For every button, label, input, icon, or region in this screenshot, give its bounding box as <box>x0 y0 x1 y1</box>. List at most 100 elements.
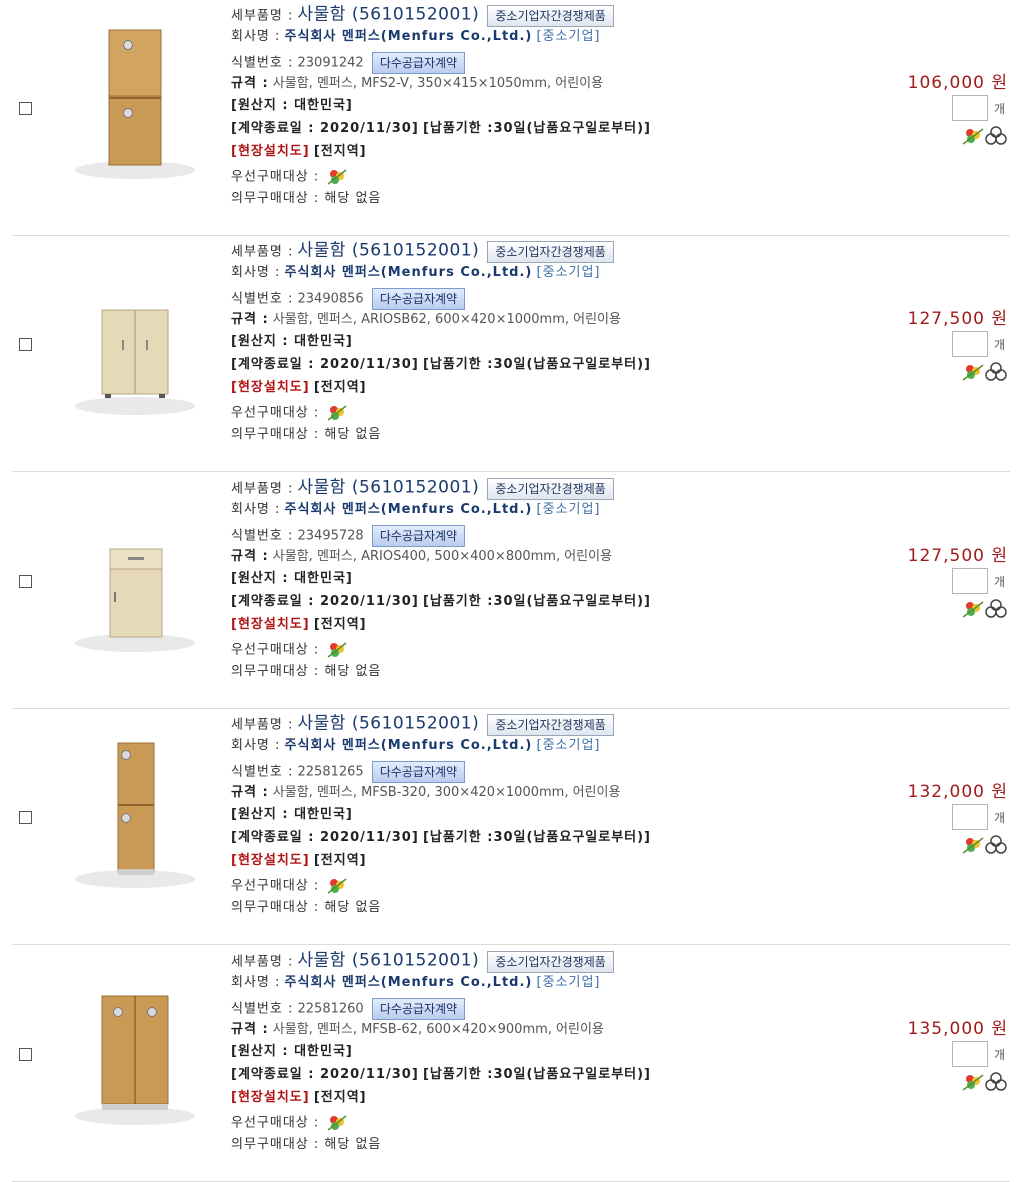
quantity-input[interactable] <box>952 95 988 121</box>
product-name-link[interactable]: 사물함 (5610152001) <box>298 241 480 261</box>
install-label: [현장설치도] <box>231 1090 310 1105</box>
product-name-link[interactable]: 사물함 (5610152001) <box>298 714 480 734</box>
row-divider <box>12 944 1010 945</box>
certification-icons <box>962 835 1007 854</box>
install-label: [현장설치도] <box>231 853 310 868</box>
product-thumbnail[interactable] <box>60 260 210 420</box>
id-number: 23490856 <box>297 291 364 307</box>
company-name[interactable]: 주식회사 멘퍼스(Menfurs Co.,Ltd.) <box>285 502 533 517</box>
multi-supplier-badge: 다수공급자계약 <box>371 998 466 1020</box>
product-name-link[interactable]: 사물함 (5610152001) <box>298 951 480 971</box>
mandatory-text: 의무구매대상 : 해당 없음 <box>231 900 382 915</box>
contract-end-text: [계약종료일 : 2020/11/30] <box>231 830 419 845</box>
priority-label: 우선구매대상 : <box>231 1115 320 1131</box>
install-label: [현장설치도] <box>231 144 310 159</box>
product-thumbnail[interactable] <box>60 970 210 1130</box>
certification-icons <box>962 1072 1007 1091</box>
delivery-text: [납품기한 :30일(납품요구일로부터)] <box>422 357 651 372</box>
mandatory-line: 의무구매대상 : 해당 없음 <box>231 1136 381 1154</box>
origin-line: [원산지 : 대한민국] <box>231 333 353 351</box>
quantity-input[interactable] <box>952 331 988 357</box>
quality-mark-icon <box>985 126 1007 145</box>
id-number: 23091242 <box>297 55 364 71</box>
product-thumbnail[interactable] <box>60 733 210 893</box>
quality-mark-icon <box>985 835 1007 854</box>
sme-tag: [중소기업] <box>536 265 601 280</box>
id-number: 22581260 <box>297 1001 364 1017</box>
company-label: 회사명 : <box>231 502 281 517</box>
certification-icons <box>962 126 1007 145</box>
install-line: [현장설치도] [전지역] <box>231 852 367 870</box>
quantity-unit: 개 <box>994 1048 1006 1062</box>
sme-tag: [중소기업] <box>536 975 601 990</box>
company-line: 회사명 : 주식회사 멘퍼스(Menfurs Co.,Ltd.) [중소기업] <box>231 28 601 46</box>
delivery-text: [납품기한 :30일(납품요구일로부터)] <box>422 594 651 609</box>
priority-line: 우선구매대상 : <box>231 167 348 187</box>
spec-value: 사물함, 멘퍼스, MFSB-62, 600×420×900mm, 어린이용 <box>272 1022 604 1037</box>
spec-value: 사물함, 멘퍼스, ARIOS400, 500×400×800mm, 어린이용 <box>272 549 613 564</box>
product-thumbnail[interactable] <box>60 24 210 184</box>
contract-end-text: [계약종료일 : 2020/11/30] <box>231 594 419 609</box>
price: 127,500 원 <box>907 546 1008 566</box>
eco-mark-icon <box>962 1074 984 1091</box>
select-checkbox[interactable] <box>19 575 32 588</box>
company-line: 회사명 : 주식회사 멘퍼스(Menfurs Co.,Ltd.) [중소기업] <box>231 737 601 755</box>
detail-name-line: 세부품명 : 사물함 (5610152001) 중소기업자간경쟁제품 <box>231 714 614 736</box>
spec-value: 사물함, 멘퍼스, ARIOSB62, 600×420×1000mm, 어린이용 <box>272 312 621 327</box>
price: 127,500 원 <box>907 309 1008 329</box>
company-name[interactable]: 주식회사 멘퍼스(Menfurs Co.,Ltd.) <box>285 975 533 990</box>
priority-line: 우선구매대상 : <box>231 403 348 423</box>
quality-mark-icon <box>985 362 1007 381</box>
multi-supplier-badge: 다수공급자계약 <box>371 761 466 783</box>
company-label: 회사명 : <box>231 738 281 753</box>
product-name-link[interactable]: 사물함 (5610152001) <box>298 5 480 25</box>
select-checkbox[interactable] <box>19 1048 32 1061</box>
origin-line: [원산지 : 대한민국] <box>231 806 353 824</box>
detail-name-label: 세부품명 : <box>231 717 294 733</box>
detail-name-label: 세부품명 : <box>231 8 294 24</box>
quantity-unit: 개 <box>994 338 1006 352</box>
id-line: 식별번호 : 23495728 다수공급자계약 <box>231 525 466 547</box>
quantity-input[interactable] <box>952 804 988 830</box>
product-row: 세부품명 : 사물함 (5610152001) 중소기업자간경쟁제품 회사명 :… <box>0 946 1022 1182</box>
select-checkbox[interactable] <box>19 338 32 351</box>
company-name[interactable]: 주식회사 멘퍼스(Menfurs Co.,Ltd.) <box>285 29 533 44</box>
company-name[interactable]: 주식회사 멘퍼스(Menfurs Co.,Ltd.) <box>285 265 533 280</box>
eco-mark-icon <box>962 837 984 854</box>
product-row: 세부품명 : 사물함 (5610152001) 중소기업자간경쟁제품 회사명 :… <box>0 236 1022 472</box>
mandatory-line: 의무구매대상 : 해당 없음 <box>231 899 381 917</box>
id-number: 23495728 <box>297 528 364 544</box>
company-name[interactable]: 주식회사 멘퍼스(Menfurs Co.,Ltd.) <box>285 738 533 753</box>
contract-end-text: [계약종료일 : 2020/11/30] <box>231 357 419 372</box>
product-name-link[interactable]: 사물함 (5610152001) <box>298 478 480 498</box>
detail-name-line: 세부품명 : 사물함 (5610152001) 중소기업자간경쟁제품 <box>231 951 614 973</box>
product-row: 세부품명 : 사물함 (5610152001) 중소기업자간경쟁제품 회사명 :… <box>0 473 1022 709</box>
select-checkbox[interactable] <box>19 102 32 115</box>
contract-line: [계약종료일 : 2020/11/30] [납품기한 :30일(납품요구일로부터… <box>231 1066 651 1084</box>
detail-name-line: 세부품명 : 사물함 (5610152001) 중소기업자간경쟁제품 <box>231 478 614 500</box>
multi-supplier-badge: 다수공급자계약 <box>371 525 466 547</box>
install-area: [전지역] <box>313 144 367 159</box>
id-line: 식별번호 : 22581265 다수공급자계약 <box>231 761 466 783</box>
priority-label: 우선구매대상 : <box>231 169 320 185</box>
select-checkbox[interactable] <box>19 811 32 824</box>
quantity-input[interactable] <box>952 1041 988 1067</box>
id-label: 식별번호 : <box>231 764 294 780</box>
certification-icons <box>962 362 1007 381</box>
quantity-unit: 개 <box>994 811 1006 825</box>
company-label: 회사명 : <box>231 29 281 44</box>
product-row: 세부품명 : 사물함 (5610152001) 중소기업자간경쟁제품 회사명 :… <box>0 0 1022 236</box>
spec-value: 사물함, 멘퍼스, MFSB-320, 300×420×1000mm, 어린이용 <box>272 785 621 800</box>
price: 135,000 원 <box>907 1019 1008 1039</box>
priority-line: 우선구매대상 : <box>231 876 348 896</box>
company-label: 회사명 : <box>231 975 281 990</box>
install-area: [전지역] <box>313 1090 367 1105</box>
mandatory-line: 의무구매대상 : 해당 없음 <box>231 663 381 681</box>
sme-competition-badge: 중소기업자간경쟁제품 <box>487 951 614 973</box>
quantity-input[interactable] <box>952 568 988 594</box>
delivery-text: [납품기한 :30일(납품요구일로부터)] <box>422 830 651 845</box>
sme-competition-badge: 중소기업자간경쟁제품 <box>487 714 614 736</box>
origin-text: [원산지 : 대한민국] <box>231 807 353 822</box>
product-thumbnail[interactable] <box>60 497 210 657</box>
product-row: 세부품명 : 사물함 (5610152001) 중소기업자간경쟁제품 회사명 :… <box>0 709 1022 945</box>
